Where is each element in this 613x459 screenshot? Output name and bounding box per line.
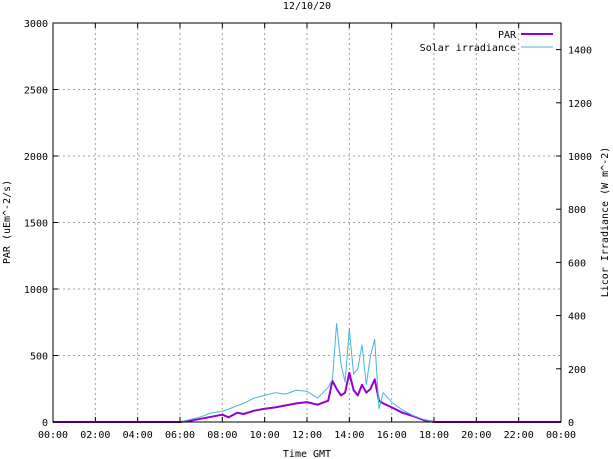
x-tick-label: 00:00 <box>38 430 68 441</box>
y-tick-label: 0 <box>42 418 48 429</box>
y2-tick-label: 1200 <box>568 99 592 110</box>
x-tick-label: 20:00 <box>461 430 491 441</box>
y2-tick-label: 0 <box>568 418 574 429</box>
y-tick-label: 1000 <box>24 285 48 296</box>
y-tick-label: 2000 <box>24 152 48 163</box>
x-tick-label: 16:00 <box>377 430 407 441</box>
x-tick-label: 06:00 <box>165 430 195 441</box>
x-tick-label: 22:00 <box>504 430 534 441</box>
x-tick-label: 08:00 <box>207 430 237 441</box>
y2-tick-label: 600 <box>568 258 586 269</box>
x-tick-label: 02:00 <box>80 430 110 441</box>
y2-tick-label: 200 <box>568 365 586 376</box>
y2-tick-label: 1400 <box>568 46 592 57</box>
grid-lines <box>53 23 561 422</box>
y-tick-label: 1500 <box>24 219 48 230</box>
legend: PAR Solar irradiance <box>420 30 553 54</box>
x-axis-label: Time GMT <box>283 449 331 459</box>
y2-axis-label: Licor Irradiance (W m^-2) <box>600 147 611 298</box>
x-tick-label: 04:00 <box>123 430 153 441</box>
x-tick-label: 10:00 <box>250 430 280 441</box>
y2-tick-label: 400 <box>568 312 586 323</box>
y2-tick-label: 800 <box>568 205 586 216</box>
y-tick-label: 2500 <box>24 86 48 97</box>
x-tick-label: 14:00 <box>334 430 364 441</box>
x-tick-label: 00:00 <box>546 430 576 441</box>
x-tick-label: 12:00 <box>292 430 322 441</box>
legend-label-solar-irradiance: Solar irradiance <box>420 43 516 54</box>
x-tick-label: 18:00 <box>419 430 449 441</box>
y-tick-label: 500 <box>30 352 48 363</box>
legend-label-par: PAR <box>498 30 517 41</box>
y2-tick-label: 1000 <box>568 152 592 163</box>
chart-title: 12/10/20 <box>283 1 331 12</box>
chart-canvas: 12/10/20 00:00 02:00 04:00 06:00 08:00 10:00 1… <box>2 1 611 459</box>
y-tick-label: 3000 <box>24 19 48 30</box>
y-axis-label: PAR (uEm^-2/s) <box>2 180 13 264</box>
